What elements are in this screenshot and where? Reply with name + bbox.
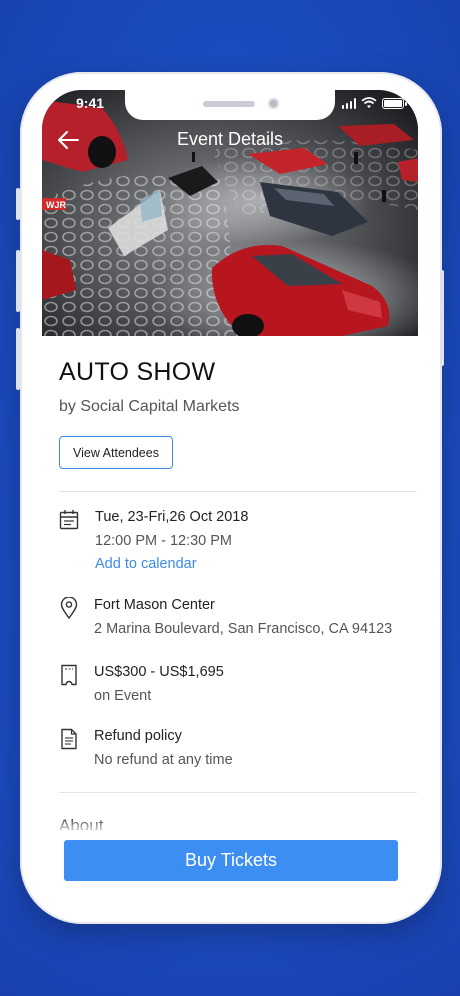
venue-address: 2 Marina Boulevard, San Francisco, CA 94… xyxy=(94,621,393,637)
event-date: Tue, 23-Fri,26 Oct 2018 xyxy=(95,509,249,525)
price-row: US$300 - US$1,695 on Event xyxy=(59,664,404,710)
app-screen: WJR 9:41 Event Details AUTO SHOW by Soci… xyxy=(42,90,418,908)
refund-title: Refund policy xyxy=(94,728,182,744)
divider xyxy=(59,792,417,793)
speaker-grille xyxy=(203,101,255,107)
phone-mute-switch xyxy=(16,188,20,220)
bottom-action-bar: Buy Tickets xyxy=(42,830,418,908)
venue-name: Fort Mason Center xyxy=(94,597,215,613)
phone-volume-down xyxy=(16,328,20,390)
price-range: US$300 - US$1,695 xyxy=(94,664,224,680)
phone-volume-up xyxy=(16,250,20,312)
price-note: on Event xyxy=(94,688,152,704)
event-title: AUTO SHOW xyxy=(59,358,216,386)
battery-icon xyxy=(382,98,407,109)
event-time: 12:00 PM - 12:30 PM xyxy=(95,533,233,549)
location-row: Fort Mason Center 2 Marina Boulevard, Sa… xyxy=(59,597,404,643)
divider xyxy=(59,491,417,492)
status-icons xyxy=(341,97,407,109)
date-row: Tue, 23-Fri,26 Oct 2018 12:00 PM - 12:30… xyxy=(59,509,404,581)
svg-text:WJR: WJR xyxy=(46,200,67,210)
nav-title: Event Details xyxy=(176,129,284,149)
add-to-calendar-link[interactable]: Add to calendar xyxy=(95,556,197,572)
calendar-icon xyxy=(59,510,79,530)
view-attendees-button[interactable]: View Attendees xyxy=(59,436,173,469)
map-pin-icon xyxy=(60,597,78,619)
document-icon xyxy=(61,728,77,750)
nav-bar: Event Details xyxy=(42,126,418,154)
event-organizer: by Social Capital Markets xyxy=(59,398,240,415)
status-bar: 9:41 xyxy=(42,90,418,122)
ticket-icon xyxy=(61,664,77,686)
phone-power-button xyxy=(440,270,444,366)
front-camera xyxy=(268,98,279,109)
refund-text: No refund at any time xyxy=(94,752,233,768)
buy-tickets-button[interactable]: Buy Tickets xyxy=(64,840,398,881)
signal-icon xyxy=(341,98,356,109)
wifi-icon xyxy=(361,97,377,108)
device-notch xyxy=(125,90,335,120)
refund-row: Refund policy No refund at any time xyxy=(59,728,404,774)
status-time: 9:41 xyxy=(76,95,105,111)
